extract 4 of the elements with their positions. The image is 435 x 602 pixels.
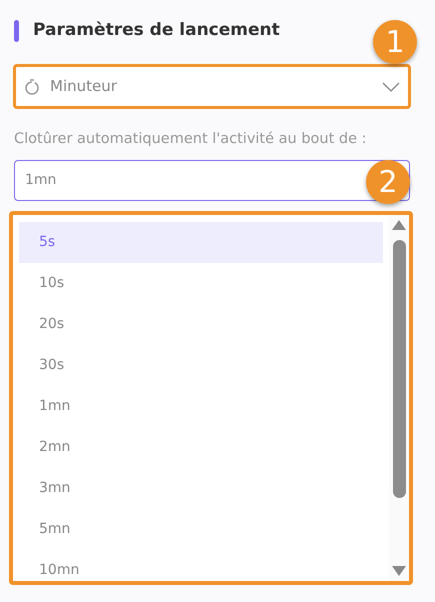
select-value: Minuteur xyxy=(50,76,118,98)
callout-tooltip: 1 xyxy=(373,20,417,64)
section-title: Paramètres de lancement xyxy=(33,19,280,42)
field-label: Clotûrer automatiquement l'activité au bout de : xyxy=(14,130,368,149)
